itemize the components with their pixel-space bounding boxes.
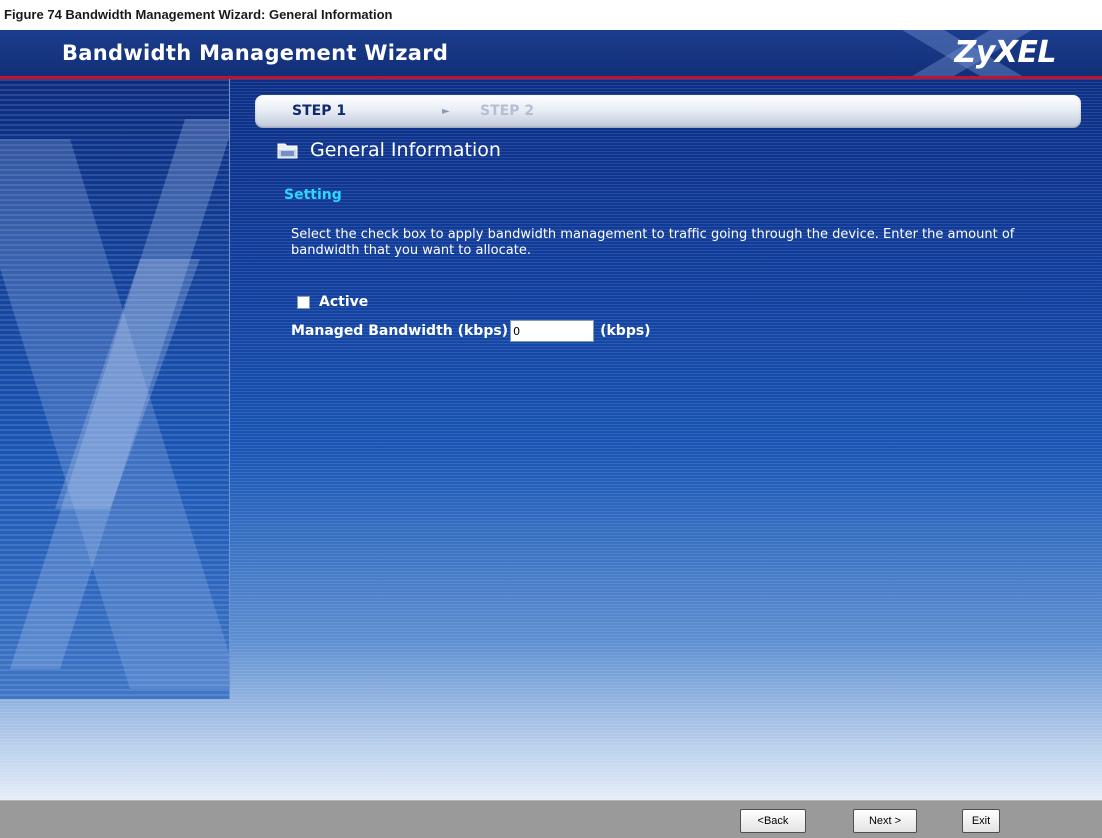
wizard-header: Bandwidth Management Wizard ZyXEL — [0, 30, 1102, 76]
setting-heading: Setting — [284, 187, 342, 203]
exit-button[interactable]: Exit — [962, 809, 1000, 833]
active-label: Active — [319, 294, 369, 310]
managed-bandwidth-label: Managed Bandwidth (kbps) — [291, 323, 509, 339]
back-button[interactable]: <Back — [740, 809, 806, 833]
folder-icon — [277, 143, 298, 159]
wizard-title: Bandwidth Management Wizard — [62, 41, 449, 65]
bandwidth-unit-label: (kbps) — [600, 323, 651, 339]
managed-bandwidth-row: Managed Bandwidth (kbps) (kbps) — [291, 319, 651, 343]
managed-bandwidth-input[interactable] — [510, 320, 595, 342]
wizard-window: Bandwidth Management Wizard ZyXEL STEP 1… — [0, 30, 1102, 838]
wizard-footer: <Back Next > Exit — [0, 800, 1102, 838]
wizard-body: STEP 1 ► STEP 2 General Information Sett… — [0, 79, 1102, 800]
step-indicator: STEP 1 ► STEP 2 — [255, 95, 1081, 128]
wizard-screen: Figure 74 Bandwidth Management Wizard: G… — [0, 0, 1102, 838]
active-checkbox[interactable] — [297, 295, 310, 309]
step-2-label: STEP 2 — [480, 103, 535, 119]
zyxel-logo: ZyXEL — [954, 35, 1056, 70]
figure-caption: Figure 74 Bandwidth Management Wizard: G… — [0, 0, 1102, 30]
next-button[interactable]: Next > — [853, 809, 917, 833]
setting-description: Select the check box to apply bandwidth … — [291, 227, 1015, 258]
section-title: General Information — [310, 139, 501, 161]
step-1-label: STEP 1 — [292, 103, 347, 119]
active-row: Active — [297, 292, 368, 312]
step-arrow-icon: ► — [442, 106, 450, 117]
left-decoration-panel — [0, 79, 230, 699]
x-decoration-icon — [0, 119, 229, 689]
